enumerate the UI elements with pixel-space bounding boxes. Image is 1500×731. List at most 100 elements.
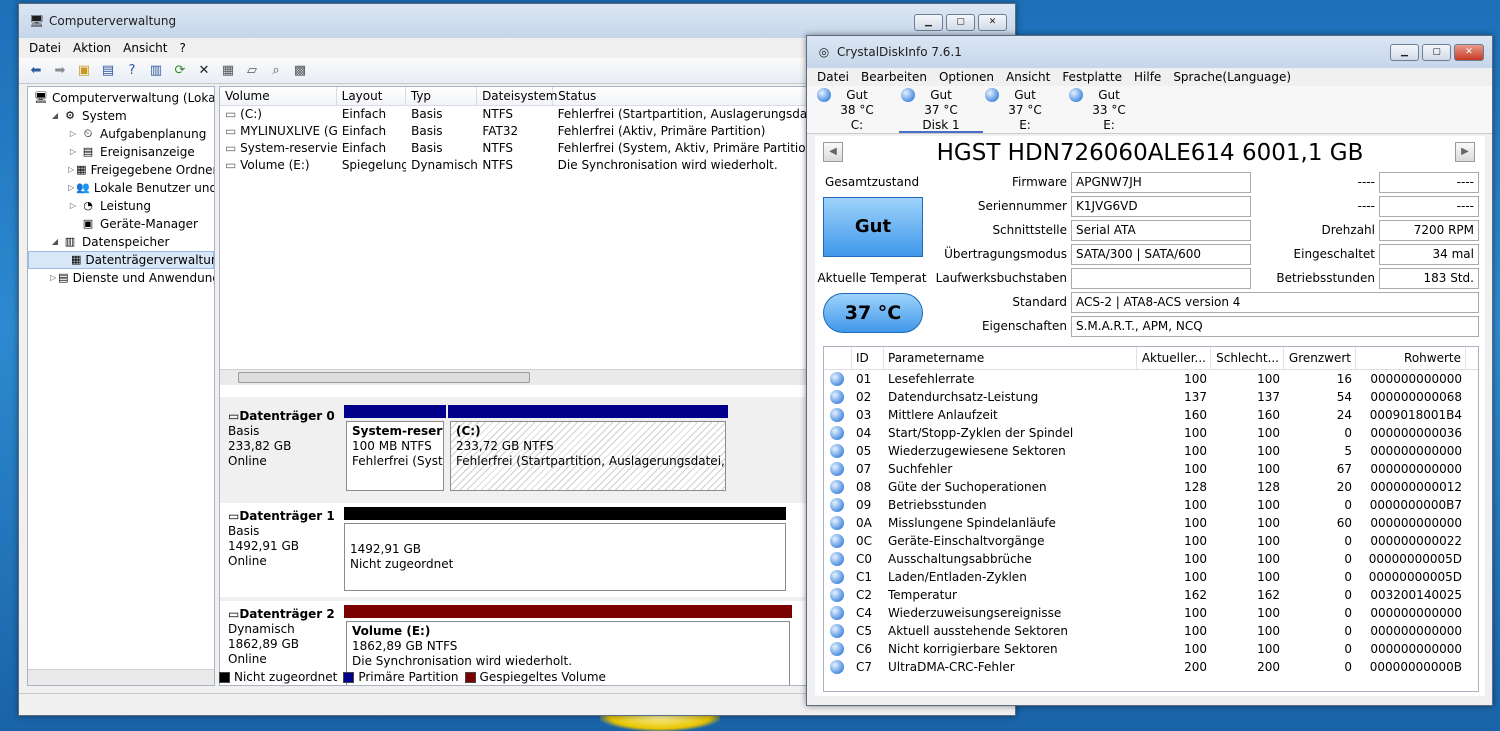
minimize-button[interactable]: ▁ [1390,44,1419,61]
smart-attribute-table[interactable]: ID Parametername Aktueller... Schlecht..… [823,346,1479,692]
menu-festplatte[interactable]: Festplatte [1056,70,1128,84]
disk-1-row[interactable]: ▭Datenträger 1 Basis 1492,91 GB Online 1… [220,503,810,597]
smart-row[interactable]: C4 Wiederzuweisungsereignisse 100 100 0 00000… [824,604,1478,622]
drive-tab-c[interactable]: Gut 38 °C C: [815,86,899,133]
close-button[interactable]: ✕ [1454,44,1484,61]
help-icon[interactable]: ? [123,62,141,80]
col-current[interactable]: Aktueller... [1137,347,1211,369]
col-worst[interactable]: Schlecht... [1211,347,1284,369]
col-raw[interactable]: Rohwerte [1356,347,1466,369]
volume-row[interactable]: ▭ (C:) Einfach Basis NTFS Fehlerfrei (Startp… [220,106,810,123]
drive-tab-disk1[interactable]: Gut 37 °C Disk 1 [899,86,983,133]
smart-row[interactable]: 01 Lesefehlerrate 100 100 16 000000000000 [824,370,1478,388]
col-volume[interactable]: Volume [220,87,337,105]
scroll-thumb[interactable] [238,372,530,383]
tree-item[interactable]: ▷👥Lokale Benutzer und Gruppen [28,179,214,197]
delete-icon[interactable]: ✕ [195,62,213,80]
prev-disk-button[interactable]: ◀ [823,142,843,162]
menu-ansicht[interactable]: Ansicht [117,41,173,55]
maximize-button[interactable]: ▢ [1422,44,1451,61]
menu-datei[interactable]: Datei [23,41,67,55]
col-threshold[interactable]: Grenzwert [1284,347,1356,369]
partition-c[interactable]: (C:) 233,72 GB NTFS Fehlerfrei (Startpar… [450,421,726,491]
console-tree[interactable]: 🖥 Computerverwaltung (Lokal) ◢ ⚙ System ▷ ⏲ Auf… [27,86,215,686]
up-folder-icon[interactable]: ▣ [75,62,93,80]
menu-sprache[interactable]: Sprache(Language) [1167,70,1297,84]
smart-row[interactable]: 02 Datendurchsatz-Leistung 137 137 54 0000000… [824,388,1478,406]
drive-tab-e2[interactable]: Gut 33 °C E: [1067,86,1151,133]
smart-row[interactable]: C7 UltraDMA-CRC-Fehler 200 200 0 00000000000B [824,658,1478,676]
smart-row[interactable]: C6 Nicht korrigierbare Sektoren 100 100 0 000… [824,640,1478,658]
back-arrow-icon[interactable]: ⬅ [27,62,45,80]
tree-item[interactable]: ▷ ⏲ Aufgabenplanung [28,125,214,143]
smart-row[interactable]: C1 Laden/Entladen-Zyklen 100 100 0 0000000000… [824,568,1478,586]
smart-row[interactable]: 0C Geräte-Einschaltvorgänge 100 100 0 0000000… [824,532,1478,550]
menu-ansicht[interactable]: Ansicht [1000,70,1056,84]
col-layout[interactable]: Layout [337,87,406,105]
maximize-button[interactable]: ▢ [946,14,975,31]
properties-icon[interactable]: ▦ [219,62,237,80]
expander-icon[interactable]: ▷ [50,269,56,287]
col-type[interactable]: Typ [406,87,478,105]
volume-horizontal-scrollbar[interactable] [220,369,810,385]
smart-row[interactable]: 09 Betriebsstunden 100 100 0 0000000000B7 [824,496,1478,514]
smart-row[interactable]: 05 Wiederzugewiesene Sektoren 100 100 5 00000… [824,442,1478,460]
close-button[interactable]: ✕ [978,14,1007,31]
minimize-button[interactable]: ▁ [914,14,943,31]
volume-row[interactable]: ▭ Volume (E:) Spiegelung Dynamisch NTFS Die … [220,157,810,174]
volume-row[interactable]: ▭ System-reserviert Einfach Basis NTFS Fehle… [220,140,810,157]
forward-arrow-icon[interactable]: ➡ [51,62,69,80]
disk-0-row[interactable]: ▭Datenträger 0 Basis 233,82 GB Online Sy… [220,403,810,499]
expander-icon[interactable]: ▷ [68,161,74,179]
menu-bearbeiten[interactable]: Bearbeiten [855,70,933,84]
partition-unallocated[interactable]: 1492,91 GB Nicht zugeordnet [344,523,786,591]
col-filesystem[interactable]: Dateisystem [477,87,557,105]
smart-row[interactable]: 0A Misslungene Spindelanläufe 100 100 60 0000… [824,514,1478,532]
volume-pane[interactable]: Volume Layout Typ Dateisystem Status ▭ (… [219,86,811,686]
partition-system-reserved[interactable]: System-reserviert 100 MB NTFS Fehlerfrei… [346,421,444,491]
refresh-icon[interactable]: ⟳ [171,62,189,80]
menu-hilfe[interactable]: Hilfe [1128,70,1167,84]
expander-icon[interactable]: ▷ [68,197,78,215]
col-status[interactable]: Status [553,87,810,105]
tree-item[interactable]: ▷ ◔ Leistung [28,197,214,215]
crystaldiskinfo-window[interactable]: ◎ CrystalDiskInfo 7.6.1 ▁ ▢ ✕ Datei Bear… [806,35,1493,706]
tree-item[interactable]: ▦ Datenträgerverwaltung [28,251,214,269]
smart-row[interactable]: C5 Aktuell ausstehende Sektoren 100 100 0 000… [824,622,1478,640]
open-folder-icon[interactable]: ▱ [243,62,261,80]
smart-row[interactable]: 04 Start/Stopp-Zyklen der Spindel 100 100 0 0… [824,424,1478,442]
menu-help[interactable]: ? [173,41,191,55]
expander-icon[interactable]: ◢ [50,107,60,125]
smart-row[interactable]: C0 Ausschaltungsabbrüche 100 100 0 0000000000… [824,550,1478,568]
tree-horizontal-scrollbar[interactable] [28,669,214,685]
menu-optionen[interactable]: Optionen [933,70,1000,84]
col-parameter[interactable]: Parametername [884,347,1137,369]
smart-row[interactable]: 03 Mittlere Anlaufzeit 160 160 24 0009018001B… [824,406,1478,424]
smart-row[interactable]: C2 Temperatur 162 162 0 003200140025 [824,586,1478,604]
tree-item[interactable]: ▷▤Dienste und Anwendungen [28,269,214,287]
expander-icon[interactable]: ▷ [68,143,78,161]
health-status-button[interactable]: Gut [823,197,923,257]
tree-item[interactable]: ◢ ⚙ System [28,107,214,125]
next-disk-button[interactable]: ▶ [1455,142,1475,162]
tree-item[interactable]: ◢ ▥ Datenspeicher [28,233,214,251]
search-icon[interactable]: ⌕ [267,62,285,80]
menu-aktion[interactable]: Aktion [67,41,117,55]
tree-item[interactable]: ▣ Geräte-Manager [28,215,214,233]
tree-item[interactable]: ▷ ▦ Freigegebene Ordner [28,161,214,179]
volume-row[interactable]: ▭ MYLINUXLIVE (G:) Einfach Basis FAT32 Fehle… [220,123,810,140]
expander-icon[interactable]: ▷ [68,179,74,197]
cdi-titlebar[interactable]: ◎ CrystalDiskInfo 7.6.1 ▁ ▢ ✕ [807,36,1492,68]
console-tree-icon[interactable]: ▥ [147,62,165,80]
smart-row[interactable]: 07 Suchfehler 100 100 67 000000000000 [824,460,1478,478]
settings-icon[interactable]: ▩ [291,62,309,80]
tree-item[interactable]: ▷ ▤ Ereignisanzeige [28,143,214,161]
expander-icon[interactable]: ▷ [68,125,78,143]
drive-tab-e[interactable]: Gut 37 °C E: [983,86,1067,133]
expander-icon[interactable]: ◢ [50,233,60,251]
smart-row[interactable]: 08 Güte der Suchoperationen 128 128 20 000000… [824,478,1478,496]
col-id[interactable]: ID [852,347,884,369]
show-hide-tree-icon[interactable]: ▤ [99,62,117,80]
tree-item[interactable]: 🖥 Computerverwaltung (Lokal) [28,89,214,107]
menu-datei[interactable]: Datei [811,70,855,84]
